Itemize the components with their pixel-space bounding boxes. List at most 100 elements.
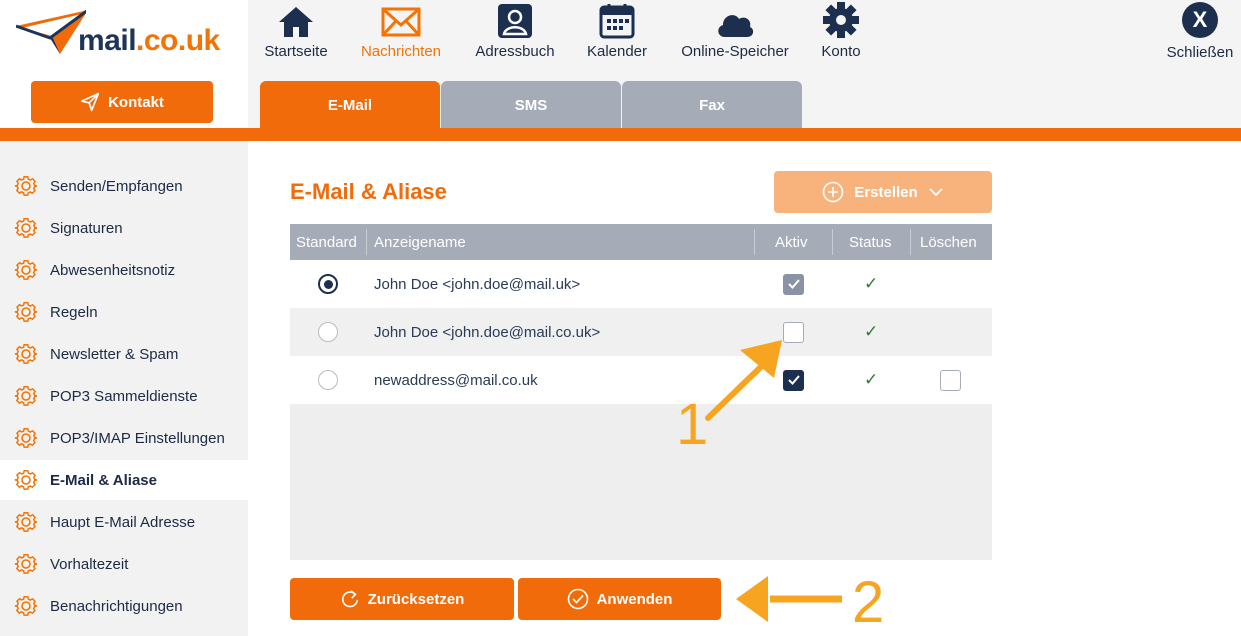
logo-area: mail.co.uk Kontakt [0,0,248,130]
gear-icon [14,176,38,196]
main-content: E-Mail & Aliase Erstellen Standard Anzei… [248,141,1241,636]
contact-button[interactable]: Kontakt [31,81,213,123]
nav-adressbuch[interactable]: Adressbuch [468,0,562,70]
header-divider [0,128,1241,141]
display-name: John Doe <john.doe@mail.uk> [374,275,581,293]
sidebar-item[interactable]: Benachrichtigungen [0,586,248,626]
sidebar-item-label: Newsletter & Spam [50,345,179,363]
sidebar-item-label: Abwesenheitsnotiz [50,261,176,279]
active-checkbox[interactable] [783,369,804,391]
table-header: Standard Anzeigename Aktiv Status Lösche… [290,224,992,260]
chevron-down-icon [929,188,943,197]
nav-konto[interactable]: Konto [812,0,870,70]
sidebar-item-label: Haupt E-Mail Adresse [50,513,196,531]
envelope-logo-icon [15,8,89,54]
tab-label: Fax [699,97,725,114]
nav-label: Startseite [264,43,328,60]
sidebar-item[interactable]: Vorhaltezeit [0,544,248,584]
logo-text-mail: mail [78,24,137,57]
tab-fax[interactable]: Fax [622,81,802,130]
sidebar-item-label: POP3 Sammeldienste [50,387,198,405]
gear-icon [14,596,38,616]
header-separator [754,229,755,255]
display-name: John Doe <john.doe@mail.co.uk> [374,323,601,341]
sidebar-item-label: POP3/IMAP Einstellungen [50,429,225,447]
reset-button[interactable]: Zurücksetzen [290,578,514,620]
header-status: Status [849,233,892,251]
standard-radio[interactable] [318,370,338,390]
header-standard: Standard [296,233,357,251]
tab-email[interactable]: E-Mail [260,81,440,130]
contact-card-icon [498,4,532,38]
header-separator [832,229,833,255]
alias-table: Standard Anzeigename Aktiv Status Lösche… [290,224,992,560]
gear-icon [14,218,38,238]
settings-sidebar: Senden/Empfangen Signaturen Abwesenheitsno… [0,141,248,636]
gear-icon [14,344,38,364]
sidebar-item-label: Regeln [50,303,98,321]
refresh-icon [341,590,358,608]
nav-kalender[interactable]: Kalender [580,0,654,70]
create-button[interactable]: Erstellen [774,171,992,213]
sidebar-item[interactable]: E-Mail & Aliase [0,460,248,500]
status-ok: ✓ [864,370,879,389]
active-checkbox-cell [783,308,804,356]
sidebar-item[interactable]: Abwesenheitsnotiz [0,250,248,290]
standard-radio[interactable] [318,274,338,294]
gear-icon [14,302,38,322]
nav-startseite[interactable]: Startseite [258,0,334,70]
sidebar-item[interactable]: POP3/IMAP Einstellungen [0,418,248,458]
home-icon [279,7,313,37]
tab-sms[interactable]: SMS [441,81,621,130]
delete-checkbox[interactable] [940,369,961,391]
nav-label: Konto [821,43,861,60]
table-row: newaddress@mail.co.uk ✓ [290,356,992,404]
sidebar-item[interactable]: Signaturen [0,208,248,248]
gear-icon [14,386,38,406]
header-name: Anzeigename [374,233,466,251]
page-title: E-Mail & Aliase [290,179,447,204]
status-ok: ✓ [864,322,879,341]
apply-button-label: Anwenden [596,590,673,608]
standard-radio[interactable] [318,322,338,342]
sidebar-item[interactable]: Senden/Empfangen [0,166,248,206]
cloud-icon [718,15,754,37]
standard-radio-cell [318,356,338,404]
sidebar-item[interactable]: Haupt E-Mail Adresse [0,502,248,542]
envelope-icon [381,7,421,37]
mail-logo[interactable]: mail.co.uk [15,8,236,70]
gear-icon [14,428,38,448]
calendar-icon [599,4,635,39]
standard-radio-cell [318,260,338,308]
header-separator [366,229,367,255]
active-checkbox[interactable] [783,273,804,295]
delete-checkbox-cell [940,356,961,404]
check-icon [787,375,800,385]
header: mail.co.uk Kontakt Startseite Nachrichte… [0,0,1241,130]
close-button[interactable]: X Schließen [1160,2,1240,61]
sidebar-item[interactable]: POP3 Sammeldienste [0,376,248,416]
sidebar-item[interactable]: Newsletter & Spam [0,334,248,374]
sidebar-item[interactable]: Regeln [0,292,248,332]
header-delete: Löschen [920,233,977,251]
active-checkbox[interactable] [783,321,804,343]
gear-icon [823,2,859,38]
gear-icon [14,260,38,280]
tab-label: E-Mail [327,97,373,114]
reset-button-label: Zurücksetzen [367,590,465,608]
sidebar-item-label: Benachrichtigungen [50,597,183,615]
paper-plane-icon [80,92,100,112]
tab-label: SMS [514,97,548,114]
sidebar-item-label: E-Mail & Aliase [50,471,157,489]
nav-nachrichten[interactable]: Nachrichten [354,0,448,70]
apply-button[interactable]: Anwenden [518,578,721,620]
close-icon: X [1182,2,1218,38]
contact-button-label: Kontakt [108,93,164,111]
nav-online-speicher[interactable]: Online-Speicher [672,0,798,70]
gear-icon [14,554,38,574]
logo-text: mail.co.uk [78,24,220,58]
close-label: Schließen [1166,44,1234,61]
plus-circle-icon [823,181,844,203]
sidebar-item-label: Signaturen [50,219,123,237]
check-icon [787,279,800,289]
